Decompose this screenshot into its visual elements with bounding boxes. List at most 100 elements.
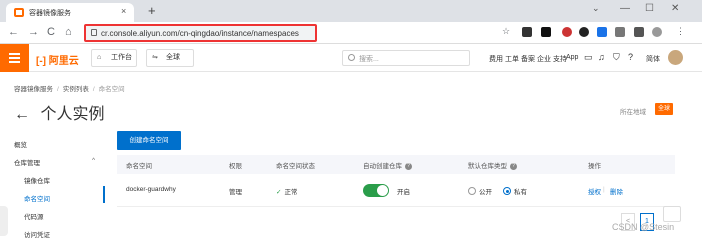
page-title: ← 个人实例: [14, 100, 104, 124]
lock-icon: [91, 29, 97, 36]
column-header-actions: 操作: [588, 163, 601, 170]
aliyun-logo[interactable]: [-] 阿里云: [36, 52, 79, 67]
region-button-label: 全球: [166, 54, 180, 61]
browser-tab[interactable]: 容器镜像服务 ×: [6, 3, 134, 22]
breadcrumb: 容器镜像服务 / 实例列表 / 命名空间: [14, 86, 125, 93]
region-badge: 全球: [655, 103, 673, 115]
sidebar-item-overview[interactable]: 概览: [14, 139, 27, 149]
breadcrumb-item[interactable]: 容器镜像服务: [14, 86, 53, 93]
logo-text: 阿里云: [48, 56, 79, 67]
sidebar-collapse-handle[interactable]: [0, 206, 8, 236]
status-text: 正常: [284, 189, 298, 196]
home-button[interactable]: ⌂: [65, 26, 72, 38]
avatar[interactable]: [668, 50, 683, 65]
search-input[interactable]: 搜索...: [342, 50, 470, 66]
header-link-enterprise[interactable]: 企业: [537, 54, 551, 64]
cart-icon[interactable]: ⛉: [613, 52, 620, 63]
home-icon: ⌂: [97, 54, 102, 61]
language-switch[interactable]: 简体: [646, 54, 660, 64]
delete-link[interactable]: 删除: [610, 186, 623, 196]
column-header-status: 命名空间状态: [276, 163, 315, 170]
browser-address-row: ← → C ⌂ cr.console.aliyun.com/cn-qingdao…: [0, 22, 702, 62]
menu-icon[interactable]: ⋮: [676, 26, 685, 37]
address-bar[interactable]: cr.console.aliyun.com/cn-qingdao/instanc…: [84, 24, 317, 42]
extension-icon[interactable]: [597, 27, 607, 37]
notification-icon[interactable]: ♫: [598, 52, 605, 62]
url-text: cr.console.aliyun.com/cn-qingdao/instanc…: [101, 29, 299, 38]
sidebar-item-code-source[interactable]: 代码源: [24, 211, 44, 221]
auto-create-label: 自动创建仓库: [363, 163, 402, 170]
sidebar-item-namespace[interactable]: 命名空间: [24, 193, 50, 203]
radio-dot: [505, 189, 509, 193]
workbench-button[interactable]: ⌂ 工作台: [91, 49, 137, 67]
search-icon: [348, 54, 355, 61]
toggle-knob: [377, 185, 388, 196]
column-header-auto-create: 自动创建仓库?: [363, 160, 412, 170]
sidebar-active-indicator: [103, 186, 105, 203]
region-label: 所在地域: [620, 109, 646, 116]
tab-title: 容器镜像服务: [29, 10, 71, 17]
sidebar-item-image-repo[interactable]: 镜像仓库: [24, 175, 50, 185]
minimize-button[interactable]: —: [620, 3, 630, 14]
close-window-button[interactable]: ✕: [671, 3, 679, 14]
sidebar-item-repo-mgmt[interactable]: 仓库管理: [14, 157, 40, 167]
puzzle-icon[interactable]: [634, 27, 644, 37]
header-link-icp[interactable]: 备案: [521, 54, 535, 64]
forward-button[interactable]: →: [28, 26, 39, 38]
header-link-fee[interactable]: 费用: [489, 54, 503, 64]
back-arrow-icon[interactable]: ←: [14, 106, 30, 123]
radio-public-label: 公开: [479, 189, 492, 196]
hamburger-menu-icon[interactable]: [0, 44, 29, 72]
page-title-text: 个人实例: [40, 106, 105, 123]
reload-button[interactable]: C: [47, 26, 55, 38]
window-menu-icon[interactable]: ⌄: [592, 3, 600, 14]
search-placeholder: 搜索...: [359, 56, 379, 63]
auto-create-toggle[interactable]: [363, 184, 389, 197]
namespace-name: docker-guardwhy: [126, 186, 176, 193]
check-icon: ✓: [276, 189, 282, 196]
aliyun-favicon-icon: [14, 8, 24, 17]
extension-icon[interactable]: [541, 27, 551, 37]
workbench-label: 工作台: [111, 54, 132, 61]
chevron-up-icon[interactable]: ^: [92, 157, 95, 164]
action-separator: |: [603, 186, 605, 193]
console-header: [-] 阿里云 ⌂ 工作台 ⇋ 全球 搜索... 费用 工单 备案 企业 支持 …: [0, 44, 702, 72]
breadcrumb-item[interactable]: 实例列表: [63, 86, 89, 93]
new-tab-button[interactable]: +: [148, 3, 156, 18]
profile-icon[interactable]: [652, 27, 662, 37]
header-link-ticket[interactable]: 工单: [505, 54, 519, 64]
row-divider: [117, 206, 675, 207]
radio-public[interactable]: [468, 187, 476, 195]
feedback-icon[interactable]: [663, 206, 681, 222]
status-value: ✓ 正常: [276, 186, 297, 196]
breadcrumb-current: 命名空间: [98, 86, 125, 93]
create-namespace-button[interactable]: 创建命名空间: [117, 131, 181, 150]
cloudshell-icon[interactable]: ▭: [584, 52, 593, 63]
default-type-label: 默认仓库类型: [468, 163, 507, 170]
help-icon[interactable]: ?: [628, 52, 633, 62]
watermark: CSDN @Stesin: [612, 222, 675, 232]
radio-private-label: 私有: [514, 189, 527, 196]
extension-icon[interactable]: [615, 27, 625, 37]
column-header-default-type: 默认仓库类型?: [468, 160, 517, 170]
extension-icon[interactable]: [562, 27, 572, 37]
auto-create-state: 开启: [397, 189, 410, 196]
browser-tab-bar: 容器镜像服务 × + ⌄ — ☐ ✕: [0, 0, 702, 22]
help-icon[interactable]: ?: [510, 162, 517, 170]
permission-value: 管理: [229, 189, 242, 196]
authorize-link[interactable]: 授权: [588, 186, 601, 196]
header-link-app[interactable]: App: [566, 54, 578, 61]
back-button[interactable]: ←: [8, 26, 19, 38]
help-icon[interactable]: ?: [405, 162, 412, 170]
region-button[interactable]: ⇋ 全球: [146, 49, 194, 67]
radio-private[interactable]: [503, 187, 511, 195]
star-icon[interactable]: ☆: [502, 26, 510, 37]
sidebar-item-access-cred[interactable]: 访问凭证: [24, 229, 50, 239]
column-header-namespace: 命名空间: [126, 163, 152, 170]
extension-icon[interactable]: [522, 27, 532, 37]
tab-close-icon[interactable]: ×: [121, 6, 126, 16]
column-header-permission: 权限: [229, 163, 242, 170]
header-link-support[interactable]: 支持: [553, 54, 567, 64]
extension-icon[interactable]: [579, 27, 589, 37]
maximize-button[interactable]: ☐: [645, 3, 654, 14]
